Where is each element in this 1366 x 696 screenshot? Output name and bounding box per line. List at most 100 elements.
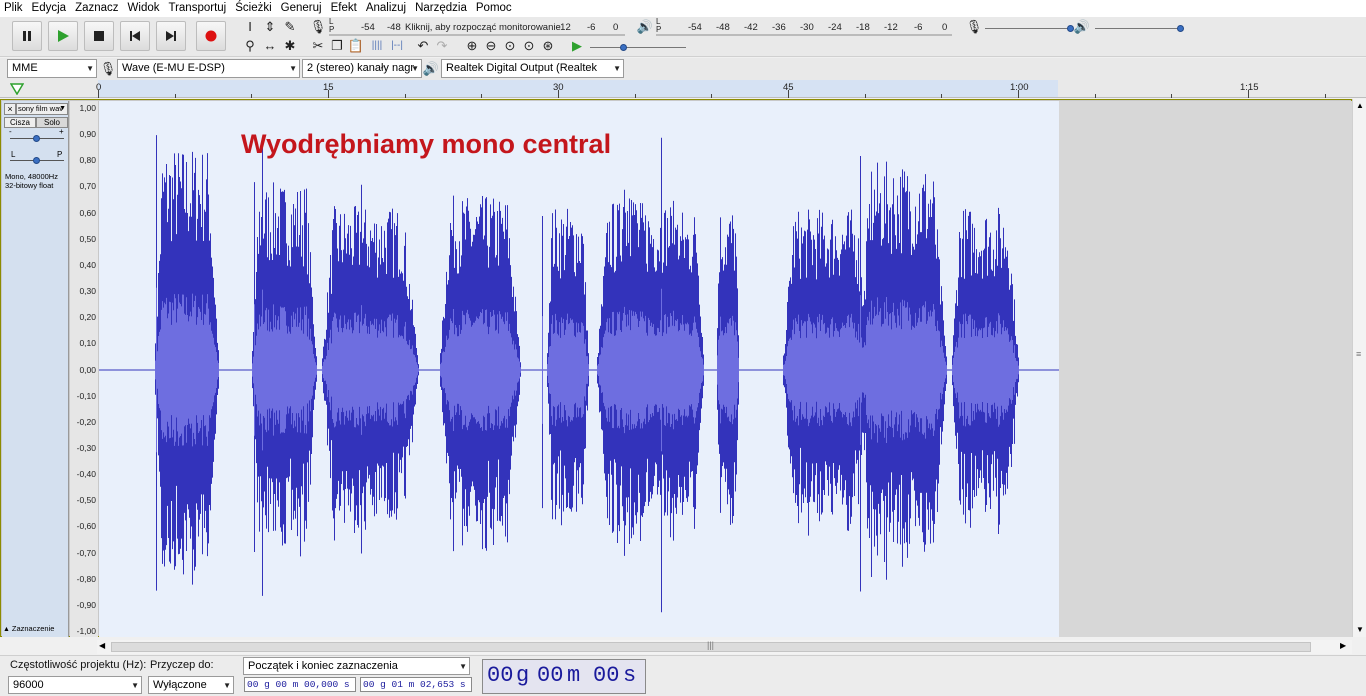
cut-icon[interactable]: ✂	[309, 37, 327, 54]
stop-button[interactable]	[84, 21, 114, 51]
menu-plik[interactable]: Plik	[0, 0, 28, 17]
scroll-grip-icon[interactable]: |||	[707, 640, 714, 650]
redo-icon[interactable]: ↷	[433, 37, 451, 54]
scroll-grip-icon[interactable]: ≡	[1356, 349, 1361, 359]
ruler-tick	[941, 94, 943, 98]
playback-meter-tick: -6	[914, 22, 923, 33]
menu-zaznacz[interactable]: Zaznacz	[71, 0, 123, 17]
project-rate-label: Częstotliwość projektu (Hz):	[10, 659, 147, 671]
undo-icon[interactable]: ↶	[414, 37, 432, 54]
play-speed-slider[interactable]	[590, 39, 686, 55]
play-at-speed-icon[interactable]: ▶	[568, 37, 586, 54]
record-meter-tick: -48	[387, 22, 401, 33]
track-name-menu[interactable]: sony film wav ▼	[16, 103, 68, 115]
fit-project-icon[interactable]: ⊙	[520, 37, 538, 54]
record-meter-tick: 0	[613, 22, 619, 33]
zoom-in-icon[interactable]: ⊕	[463, 37, 481, 54]
zoom-out-icon[interactable]: ⊖	[482, 37, 500, 54]
record-volume-slider[interactable]	[985, 19, 1074, 35]
close-icon: ×	[7, 104, 13, 114]
menu-transportuj[interactable]: Transportuj	[164, 0, 231, 17]
selection-mode-select[interactable]: Początek i koniec zaznaczenia ▼	[243, 657, 470, 675]
amplitude-tick-label: 0,30	[79, 286, 96, 297]
zoom-toggle-icon[interactable]: ⊛	[539, 37, 557, 54]
menu-pomoc[interactable]: Pomoc	[472, 0, 517, 17]
speaker-icon[interactable]: 🔊	[636, 18, 654, 35]
playback-volume-slider[interactable]	[1095, 19, 1184, 35]
playback-volume-knob[interactable]	[1177, 25, 1184, 32]
record-button[interactable]	[196, 21, 226, 51]
play-speed-knob[interactable]	[620, 44, 627, 51]
playback-meter-channels: L P	[656, 17, 662, 34]
menu-narzedzia[interactable]: Narzędzia	[411, 0, 472, 17]
record-icon	[205, 30, 217, 42]
chevron-down-icon: ▼	[289, 64, 297, 73]
skip-end-button[interactable]	[156, 21, 186, 51]
playback-meter-bar	[656, 34, 952, 36]
record-meter[interactable]: L P -54 -48 Kliknij, aby rozpocząć monit…	[329, 18, 625, 36]
playback-meter[interactable]: L P -54 -48 -42 -36 -30 -24 -18 -12 -6 0	[656, 18, 952, 36]
waveform-view[interactable]: Wyodrębniamy mono central	[99, 101, 1059, 637]
playback-device-select[interactable]: Realtek Digital Output (Realtek ▼	[441, 59, 624, 78]
gain-slider-knob[interactable]	[33, 135, 40, 142]
menu-efekt[interactable]: Efekt	[327, 0, 362, 17]
timeline-ruler[interactable]: 0 15 30 45 1:00 1:15	[0, 80, 1366, 98]
draw-tool-icon[interactable]: ✎	[281, 18, 299, 35]
channels-select[interactable]: 2 (stereo) kanały nagr ▼	[302, 59, 422, 78]
track-area: × sony film wav ▼ Cisza Solo - + L P Mono…	[0, 99, 1353, 637]
playback-meter-tick: -24	[828, 22, 842, 33]
zoom-tool-icon[interactable]: ⚲	[241, 37, 259, 54]
scroll-right-icon[interactable]: ▶	[1340, 641, 1346, 650]
scroll-left-icon[interactable]: ◀	[99, 641, 105, 650]
recording-device-select[interactable]: Wave (E-MU E-DSP) ▼	[117, 59, 300, 78]
close-track-button[interactable]: ×	[4, 103, 16, 115]
snap-select[interactable]: Wyłączone ▼	[148, 676, 234, 694]
amplitude-tick-label: 0,90	[79, 129, 96, 140]
vertical-scrollbar[interactable]: ▲ ≡ ▼	[1352, 99, 1366, 637]
ruler-tick	[1094, 94, 1096, 98]
pin-play-head-icon[interactable]	[10, 83, 24, 95]
envelope-tool-icon[interactable]: ⇕	[261, 18, 279, 35]
paste-icon[interactable]: 📋	[347, 37, 365, 54]
audio-position-display[interactable]: 00 g 00 m 00 s	[482, 659, 646, 694]
timeshift-tool-icon[interactable]: ↔	[261, 37, 279, 54]
pan-right-label: P	[57, 150, 63, 159]
menu-sciezki[interactable]: Ścieżki	[231, 0, 276, 17]
chevron-down-icon: ▼	[223, 681, 231, 690]
playback-meter-tick: -48	[716, 22, 730, 33]
amplitude-tick-label: 0,10	[79, 338, 96, 349]
playback-device-icon: 🔊	[422, 60, 440, 76]
scroll-down-icon[interactable]: ▼	[1356, 625, 1364, 634]
pan-slider-knob[interactable]	[33, 157, 40, 164]
track-select-button[interactable]: ▲ Zaznaczenie	[3, 623, 68, 635]
silence-icon[interactable]: |--|	[388, 37, 406, 54]
host-select[interactable]: MME ▼	[7, 59, 97, 78]
selection-tool-icon[interactable]: I	[241, 18, 259, 35]
menu-analizuj[interactable]: Analizuj	[362, 0, 411, 17]
menu-generuj[interactable]: Generuj	[277, 0, 327, 17]
microphone-icon[interactable]: 🎙	[309, 18, 327, 35]
trim-icon[interactable]: ||||	[368, 37, 386, 54]
project-rate-select[interactable]: 96000 ▼	[8, 676, 142, 694]
fit-selection-icon[interactable]: ⊙	[501, 37, 519, 54]
multi-tool-icon[interactable]: ✱	[281, 37, 299, 54]
ruler-selection	[98, 80, 1058, 97]
track-control-panel: × sony film wav ▼ Cisza Solo - + L P Mono…	[2, 101, 69, 637]
scroll-up-icon[interactable]: ▲	[1356, 101, 1364, 110]
chevron-down-icon: ▼	[411, 64, 419, 73]
skip-start-button[interactable]	[120, 21, 150, 51]
amplitude-tick-label: 0,20	[79, 312, 96, 323]
empty-track-area[interactable]	[1059, 101, 1353, 637]
horizontal-scrollbar[interactable]: ◀ ||| ▶	[97, 640, 1352, 654]
selection-start-field[interactable]: 00 g 00 m 00,000 s	[244, 677, 356, 692]
menu-widok[interactable]: Widok	[124, 0, 165, 17]
pan-left-label: L	[11, 150, 16, 159]
track-format-bits: 32-bitowy float	[5, 181, 54, 190]
pause-button[interactable]	[12, 21, 42, 51]
play-button[interactable]	[48, 21, 78, 51]
track-select-label: Zaznaczenie	[11, 624, 55, 633]
amplitude-tick-label: -0,40	[76, 469, 96, 480]
copy-icon[interactable]: ❐	[328, 37, 346, 54]
selection-end-field[interactable]: 00 g 01 m 02,653 s	[360, 677, 472, 692]
menu-edycja[interactable]: Edycja	[28, 0, 72, 17]
